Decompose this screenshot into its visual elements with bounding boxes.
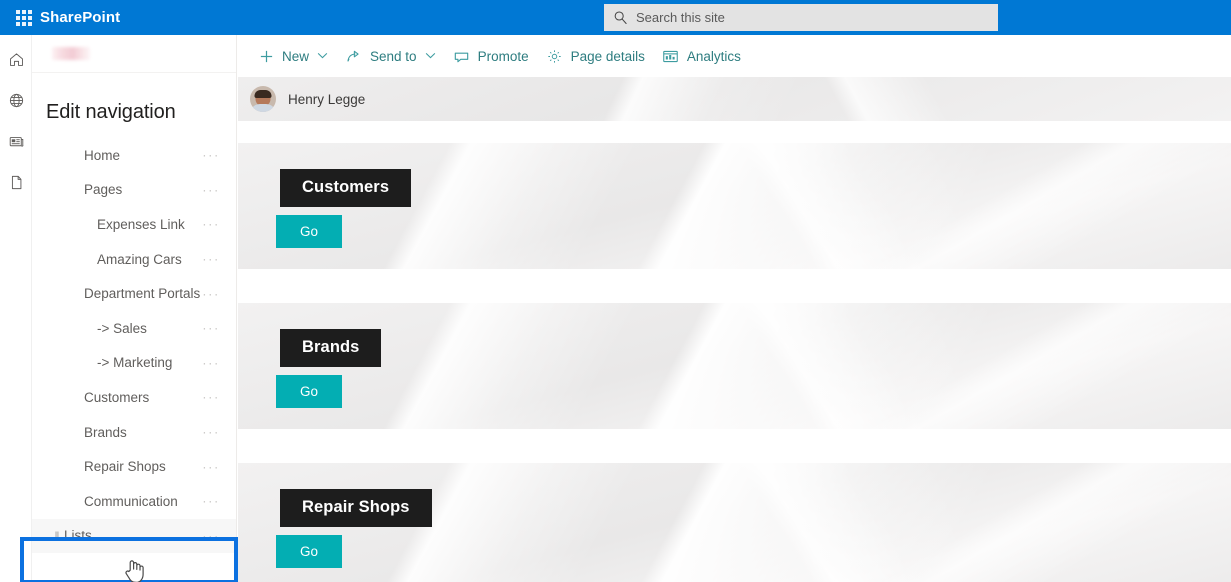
nav-item-pages[interactable]: ‖Pages··· [32, 173, 236, 208]
content-card: Repair Shops Go [238, 463, 1231, 582]
nav-item-home[interactable]: ‖Home··· [32, 138, 236, 173]
app-rail [0, 35, 32, 582]
nav-item-expenses-link[interactable]: ‖Expenses Link··· [32, 207, 236, 242]
nav-item-label: Customers [84, 389, 150, 405]
nav-item-more-icon[interactable]: ··· [202, 528, 220, 543]
navigation-list: ‖Home···‖Pages···‖Expenses Link···‖Amazi… [32, 138, 236, 554]
globe-icon [8, 92, 25, 114]
nav-item-more-icon[interactable]: ··· [202, 355, 220, 370]
nav-item-more-icon[interactable]: ··· [202, 494, 220, 509]
nav-item-communication[interactable]: ‖Communication··· [32, 484, 236, 519]
nav-item-label: Repair Shops [84, 459, 166, 475]
card-go-button[interactable]: Go [276, 535, 342, 568]
search-input[interactable] [636, 10, 966, 25]
plus-icon [256, 49, 276, 64]
nav-item-more-icon[interactable]: ··· [202, 425, 220, 440]
nav-item-amazing-cars[interactable]: ‖Amazing Cars··· [32, 242, 236, 277]
card-background-image [238, 303, 1231, 429]
suite-header: SharePoint [0, 0, 1231, 35]
mouse-cursor-pointer [124, 558, 146, 582]
command-promote-button[interactable]: Promote [444, 38, 537, 74]
nav-item-label: -> Marketing [97, 355, 173, 371]
avatar [250, 86, 276, 112]
nav-item-label: Home [84, 147, 121, 163]
nav-item-label: Lists [64, 528, 92, 544]
nav-item-more-icon[interactable]: ··· [202, 148, 220, 163]
site-logo-row [32, 35, 236, 73]
command-page-details-button[interactable]: Page details [537, 38, 653, 74]
nav-item-lists[interactable]: ‖ Lists ··· [32, 518, 236, 554]
site-search-box[interactable] [604, 4, 998, 31]
nav-item-label: Communication [84, 493, 178, 509]
promote-icon [452, 49, 472, 64]
news-card-icon [8, 133, 25, 155]
search-icon [604, 10, 636, 25]
command-analytics-button[interactable]: Analytics [653, 38, 749, 74]
nav-item-more-icon[interactable]: ··· [202, 321, 220, 336]
card-title: Brands [280, 329, 382, 367]
sharepoint-brand-link[interactable]: SharePoint [40, 9, 120, 26]
nav-item-label: Amazing Cars [97, 251, 182, 267]
command-send-to-button[interactable]: Send to [336, 38, 444, 74]
nav-item-more-icon[interactable]: ··· [202, 217, 220, 232]
send-to-icon [344, 49, 364, 64]
nav-item-more-icon[interactable]: ··· [202, 459, 220, 474]
analytics-icon [661, 49, 681, 64]
author-name: Henry Legge [288, 91, 366, 107]
nav-item-brands[interactable]: ‖Brands··· [32, 415, 236, 450]
nav-item-label: Brands [84, 424, 127, 440]
home-icon [8, 51, 25, 73]
command-label: Page details [570, 48, 645, 64]
nav-item-label: -> Sales [97, 320, 147, 336]
rail-item-files[interactable] [0, 164, 32, 205]
card-go-button[interactable]: Go [276, 215, 342, 248]
content-card: Brands Go [238, 303, 1231, 429]
command-label: New [282, 48, 310, 64]
nav-item-more-icon[interactable]: ··· [202, 182, 220, 197]
gear-icon [545, 49, 565, 64]
command-new-button[interactable]: New [248, 38, 336, 74]
nav-item-department-portals[interactable]: ‖Department Portals··· [32, 276, 236, 311]
card-title: Repair Shops [280, 489, 432, 527]
content-card: Customers Go [238, 143, 1231, 269]
sharepoint-page: SharePoint Search this site Edit navigat… [0, 0, 1231, 582]
nav-item-more-icon[interactable]: ··· [202, 286, 220, 301]
command-label: Send to [370, 48, 417, 64]
document-icon [8, 174, 25, 196]
nav-item-more-icon[interactable]: ··· [202, 252, 220, 267]
author-row-background [238, 77, 1231, 121]
chevron-down-icon[interactable] [317, 51, 328, 61]
page-author-row: Henry Legge [238, 77, 1231, 121]
nav-item-label: Department Portals [84, 286, 201, 302]
nav-item-label: Pages [84, 182, 123, 198]
nav-item-label: Expenses Link [97, 216, 185, 232]
command-label: Analytics [686, 48, 741, 64]
chevron-down-icon[interactable] [425, 51, 436, 61]
card-go-button[interactable]: Go [276, 375, 342, 408]
card-title: Customers [280, 169, 412, 207]
page-title: Edit navigation [46, 101, 176, 123]
nav-item-repair-shops[interactable]: ‖Repair Shops··· [32, 449, 236, 484]
drag-handle-icon[interactable]: ‖ [50, 530, 64, 542]
command-bar: New Send to Promote Page details Analytics [238, 35, 1231, 77]
command-label: Promote [477, 48, 529, 64]
main-content: New Send to Promote Page details Analytics H… [238, 35, 1231, 582]
nav-item-more-icon[interactable]: ··· [202, 390, 220, 405]
rail-item-news[interactable] [0, 123, 32, 164]
navigation-panel: Edit navigation ‖Home···‖Pages···‖Expens… [20, 35, 238, 582]
app-launcher-grid-icon [16, 9, 32, 26]
cards-container: Customers Go Brands Go Repair Shops Go [238, 121, 1231, 582]
site-logo[interactable] [52, 47, 90, 60]
nav-item-sales[interactable]: ‖-> Sales··· [32, 311, 236, 346]
nav-item-marketing[interactable]: ‖-> Marketing··· [32, 346, 236, 381]
nav-item-customers[interactable]: ‖Customers··· [32, 380, 236, 415]
rail-item-globe[interactable] [0, 82, 32, 123]
rail-item-home[interactable] [0, 41, 32, 82]
